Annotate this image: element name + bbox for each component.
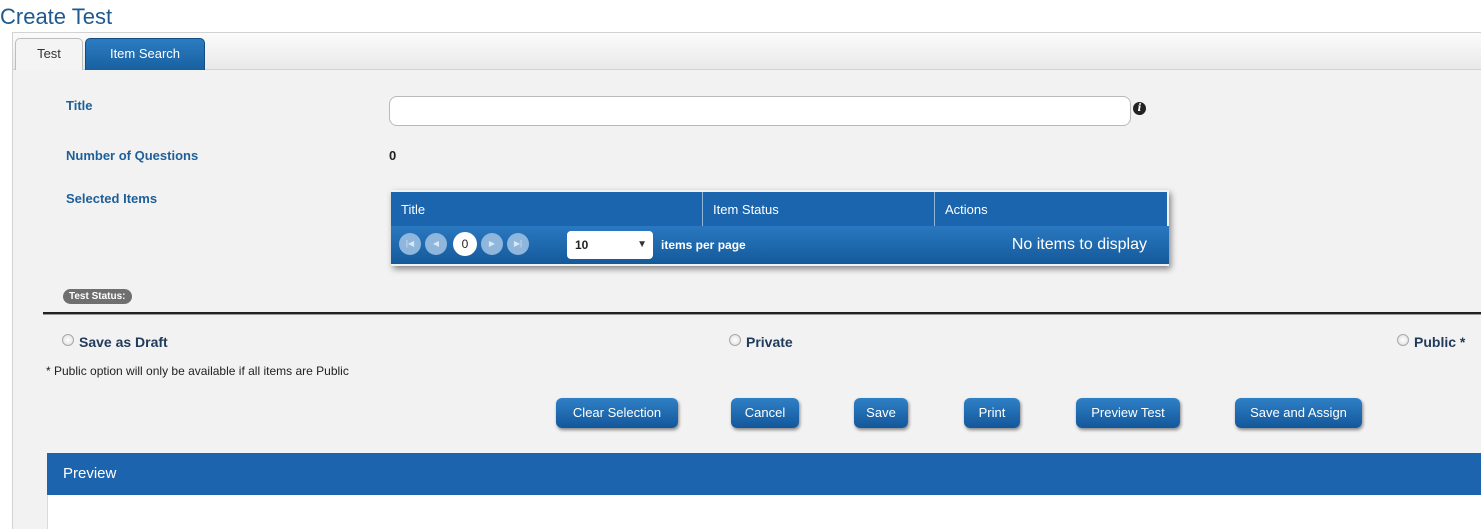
selected-items-grid: Title Item Status Actions |◀ ◀ 0 ▶ ▶| 10…: [391, 190, 1169, 266]
column-header-actions: Actions: [945, 202, 988, 217]
save-button[interactable]: Save: [854, 398, 908, 428]
clear-selection-button[interactable]: Clear Selection: [556, 398, 678, 428]
cancel-button[interactable]: Cancel: [731, 398, 799, 428]
save-as-draft-label[interactable]: Save as Draft: [79, 334, 168, 350]
grid-header: Title Item Status Actions: [391, 192, 1167, 226]
column-header-title[interactable]: Title: [391, 192, 703, 226]
number-of-questions-label: Number of Questions: [66, 148, 199, 163]
save-as-draft-radio[interactable]: [62, 334, 74, 346]
public-radio[interactable]: [1397, 334, 1409, 346]
print-button[interactable]: Print: [964, 398, 1020, 428]
empty-grid-message: No items to display: [1011, 236, 1147, 253]
tab-item-search[interactable]: Item Search: [85, 38, 205, 71]
title-input[interactable]: [389, 96, 1131, 126]
page-size-select[interactable]: 10 ▼: [567, 231, 653, 259]
private-label[interactable]: Private: [746, 334, 793, 350]
save-and-assign-button[interactable]: Save and Assign: [1235, 398, 1362, 428]
selected-items-label: Selected Items: [66, 191, 158, 206]
preview-header: Preview: [47, 453, 1481, 495]
number-of-questions-value: 0: [389, 148, 397, 163]
next-page-icon[interactable]: ▶: [481, 233, 503, 255]
first-page-icon[interactable]: |◀: [399, 233, 421, 255]
preview-test-button[interactable]: Preview Test: [1076, 398, 1180, 428]
grid-pager: |◀ ◀ 0 ▶ ▶| 10 ▼ items per page No items…: [391, 226, 1169, 264]
private-radio[interactable]: [729, 334, 741, 346]
preview-panel: [47, 495, 1481, 529]
tab-strip: Test Item Search: [12, 32, 1481, 71]
previous-page-icon[interactable]: ◀: [425, 233, 447, 255]
tab-content: Title i Number of Questions 0 Selected I…: [12, 70, 1481, 529]
test-status-badge: Test Status:: [63, 289, 132, 304]
page-title: Create Test: [0, 4, 113, 29]
items-per-page-label: items per page: [661, 238, 746, 252]
public-label[interactable]: Public *: [1414, 334, 1465, 350]
public-option-note: * Public option will only be available i…: [46, 364, 349, 378]
column-header-item-status[interactable]: Item Status: [703, 192, 935, 226]
page-size-value: 10: [575, 238, 589, 252]
title-label: Title: [66, 98, 93, 113]
divider: [43, 312, 1481, 315]
tab-test[interactable]: Test: [15, 38, 83, 71]
current-page: 0: [453, 232, 477, 256]
last-page-icon[interactable]: ▶|: [507, 233, 529, 255]
chevron-down-icon: ▼: [637, 239, 647, 250]
info-icon[interactable]: i: [1133, 102, 1146, 115]
